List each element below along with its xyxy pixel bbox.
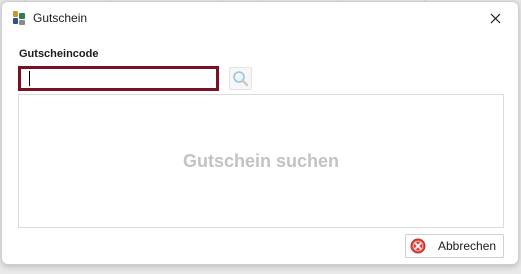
title-bar: Gutschein: [2, 2, 518, 34]
empty-state-text: Gutschein suchen: [182, 150, 340, 171]
text-caret: [29, 71, 30, 86]
search-button[interactable]: [229, 67, 252, 90]
results-area: Gutschein suchen: [18, 94, 504, 228]
voucher-code-input[interactable]: [18, 66, 219, 91]
window-title: Gutschein: [33, 11, 88, 25]
voucher-code-label: Gutscheincode: [19, 48, 99, 60]
voucher-dialog: Gutschein Gutscheincode Gutschein suchen…: [1, 1, 519, 265]
app-logo-icon: [13, 11, 26, 25]
cancel-button[interactable]: Abbrechen: [405, 234, 504, 258]
cancel-x-icon: [410, 238, 426, 254]
close-icon: [490, 13, 500, 23]
close-button[interactable]: [472, 2, 518, 34]
cancel-label: Abbrechen: [438, 239, 497, 253]
search-magnifier-icon: [233, 71, 249, 87]
